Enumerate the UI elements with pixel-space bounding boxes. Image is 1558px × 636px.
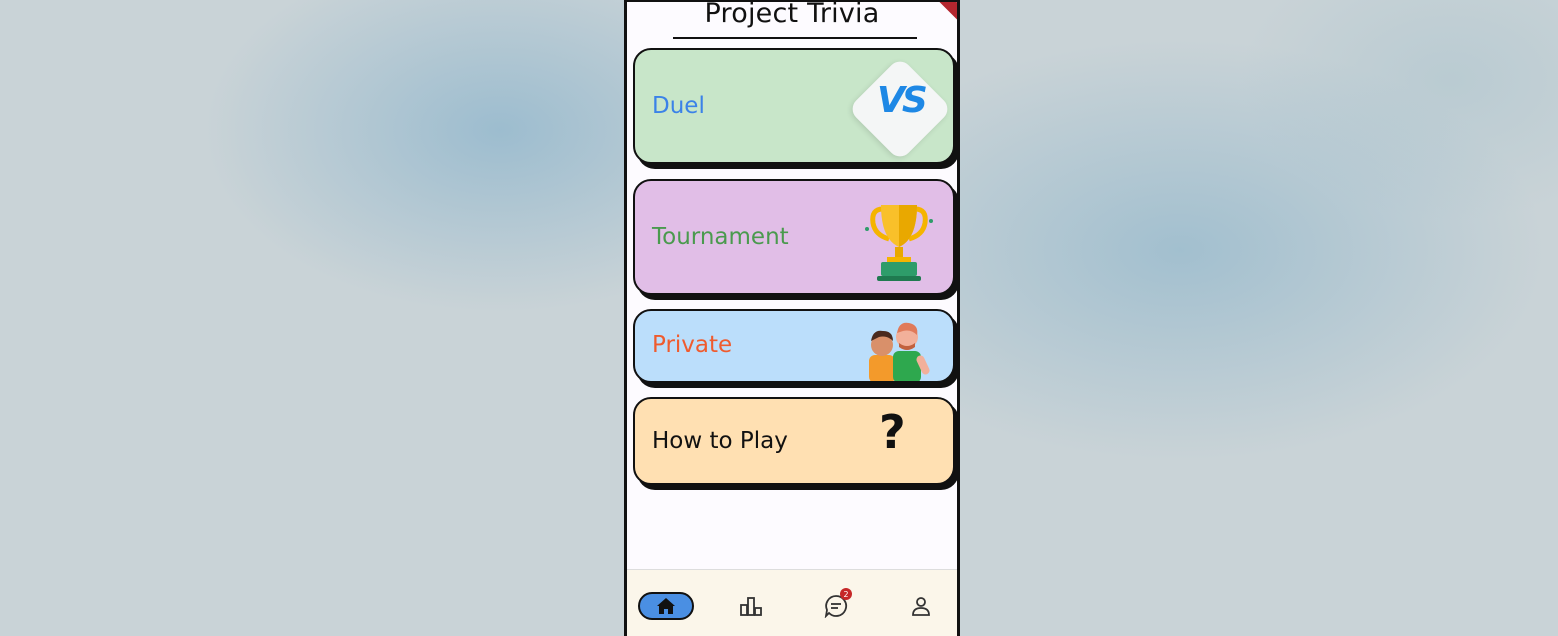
page-title: Project Trivia xyxy=(704,0,880,29)
nav-home[interactable] xyxy=(638,592,694,620)
bottom-navigation: 2 xyxy=(627,569,957,636)
nav-chat[interactable]: 2 xyxy=(808,588,864,620)
how-to-play-label: How to Play xyxy=(652,428,788,454)
how-to-play-card[interactable]: How to Play ? xyxy=(633,397,955,485)
nav-leaderboard[interactable] xyxy=(723,592,779,620)
chat-badge: 2 xyxy=(840,588,852,600)
two-friends-icon xyxy=(869,322,930,381)
phone-frame: Project Trivia Duel VS Tournament Privat… xyxy=(624,0,960,636)
private-card[interactable]: Private xyxy=(633,309,955,383)
title-underline xyxy=(673,37,917,39)
home-icon xyxy=(657,598,675,614)
duel-label: Duel xyxy=(652,93,705,119)
vs-icon: VS xyxy=(877,80,928,121)
private-label: Private xyxy=(652,332,733,358)
nav-profile[interactable] xyxy=(893,592,949,620)
tournament-label: Tournament xyxy=(652,224,789,250)
trophy-icon xyxy=(865,205,933,281)
leaderboard-icon xyxy=(740,597,762,616)
profile-icon xyxy=(912,597,930,616)
tournament-card[interactable]: Tournament xyxy=(633,179,955,295)
question-mark-icon: ? xyxy=(879,405,906,459)
duel-card[interactable]: Duel VS xyxy=(633,48,955,164)
